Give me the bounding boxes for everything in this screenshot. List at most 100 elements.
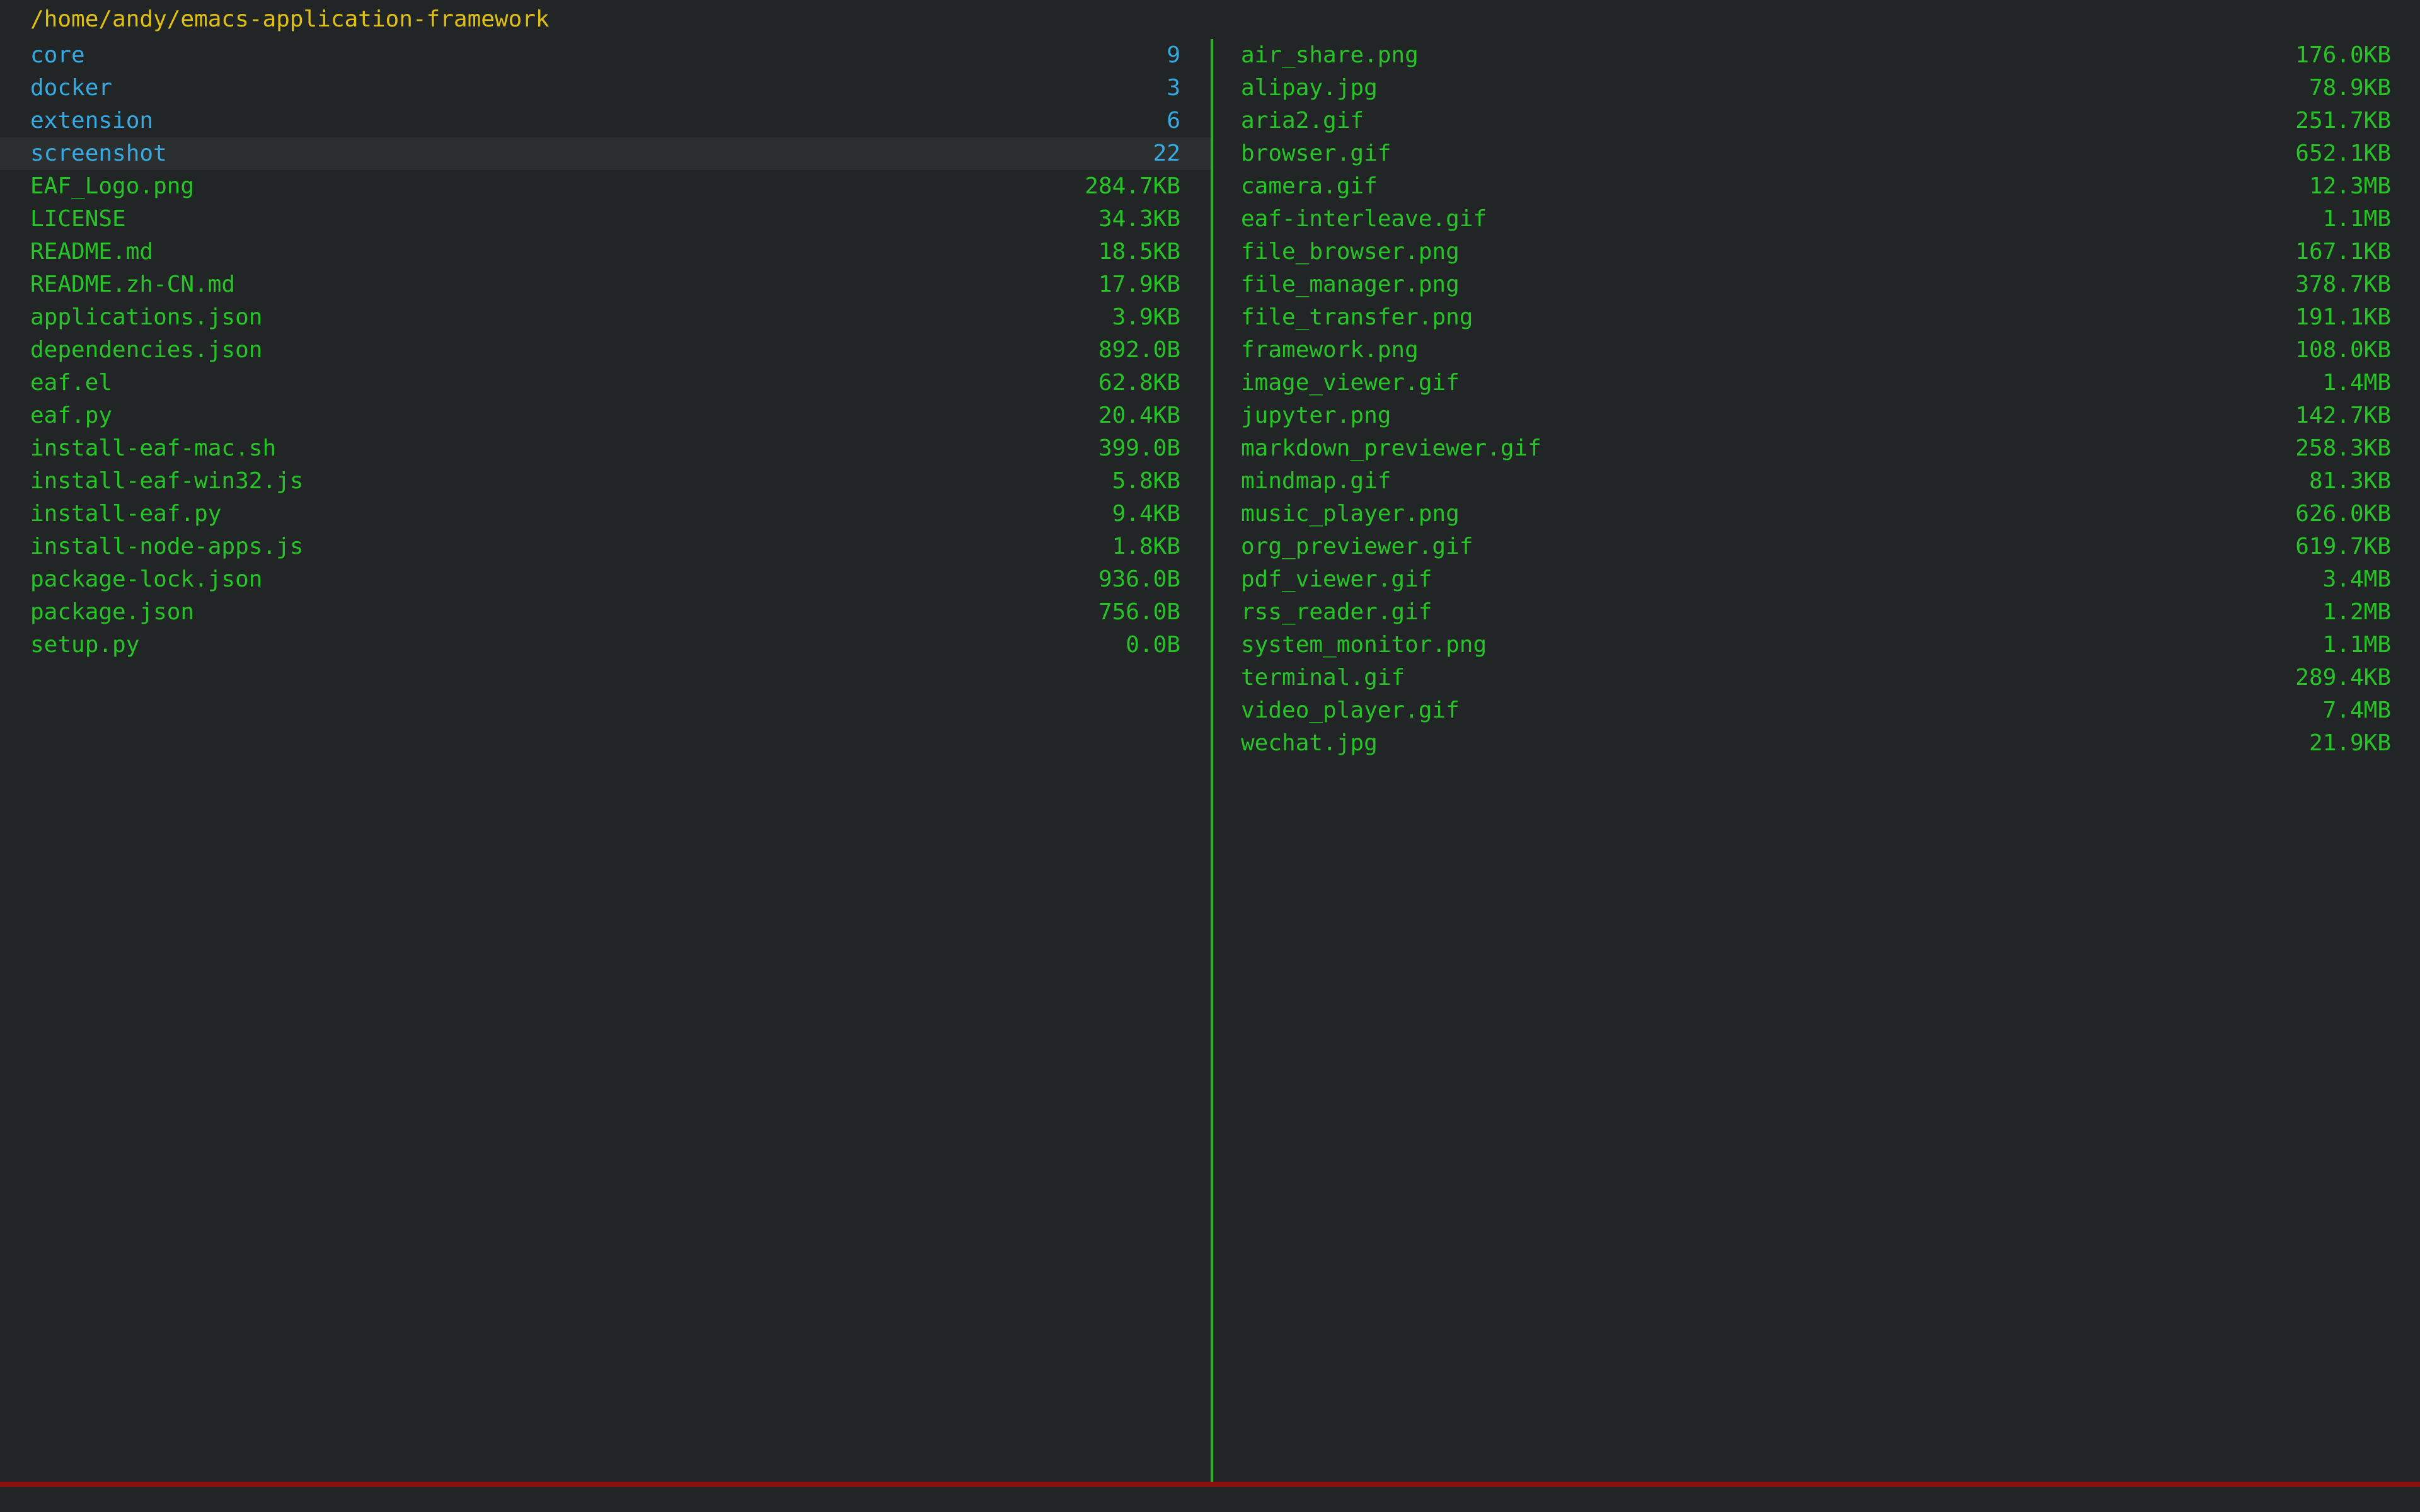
- file-row[interactable]: image_viewer.gif 1.4MB: [1213, 367, 2420, 399]
- file-row[interactable]: air_share.png 176.0KB: [1213, 39, 2420, 72]
- file-row[interactable]: music_player.png 626.0KB: [1213, 498, 2420, 530]
- file-name: package-lock.json: [30, 563, 262, 596]
- file-name: system_monitor.png: [1241, 629, 1487, 662]
- file-row[interactable]: aria2.gif 251.7KB: [1213, 105, 2420, 137]
- file-row[interactable]: video_player.gif 7.4MB: [1213, 694, 2420, 727]
- file-row[interactable]: setup.py 0.0B: [0, 629, 1211, 662]
- file-size: 936.0B: [1098, 563, 1180, 596]
- file-name: file_browser.png: [1241, 236, 1460, 268]
- eaf-file-manager-window: /home/andy/emacs-application-framework c…: [0, 0, 2420, 1512]
- file-row[interactable]: terminal.gif 289.4KB: [1213, 662, 2420, 694]
- file-name: README.md: [30, 236, 153, 268]
- file-name: org_previewer.gif: [1241, 530, 1473, 563]
- file-row[interactable]: package-lock.json 936.0B: [0, 563, 1211, 596]
- file-size: 62.8KB: [1098, 367, 1180, 399]
- file-row[interactable]: install-eaf-win32.js 5.8KB: [0, 465, 1211, 498]
- file-row[interactable]: applications.json 3.9KB: [0, 301, 1211, 334]
- file-row[interactable]: file_manager.png 378.7KB: [1213, 268, 2420, 301]
- file-size: 892.0B: [1098, 334, 1180, 367]
- file-row[interactable]: alipay.jpg 78.9KB: [1213, 72, 2420, 105]
- file-name: camera.gif: [1241, 170, 1378, 203]
- file-name: pdf_viewer.gif: [1241, 563, 1432, 596]
- file-name: README.zh-CN.md: [30, 268, 235, 301]
- file-row[interactable]: core 9: [0, 39, 1211, 72]
- file-row[interactable]: LICENSE 34.3KB: [0, 203, 1211, 236]
- file-row[interactable]: screenshot 22: [0, 137, 1211, 170]
- file-row[interactable]: jupyter.png 142.7KB: [1213, 399, 2420, 432]
- file-row[interactable]: install-eaf.py 9.4KB: [0, 498, 1211, 530]
- file-name: install-node-apps.js: [30, 530, 303, 563]
- file-name: air_share.png: [1241, 39, 1419, 72]
- file-size: 1.1MB: [2323, 203, 2391, 236]
- file-name: applications.json: [30, 301, 262, 334]
- file-row[interactable]: EAF_Logo.png 284.7KB: [0, 170, 1211, 203]
- file-row[interactable]: install-node-apps.js 1.8KB: [0, 530, 1211, 563]
- file-size: 1.1MB: [2323, 629, 2391, 662]
- modeline: 1:0 All ~ eaf ON-100% 08-12 20:40 四: [0, 1487, 2420, 1512]
- modeline-top-border: [0, 1482, 2420, 1487]
- file-name: aria2.gif: [1241, 105, 1364, 137]
- file-panes: core 9 docker 3 extension 6 screenshot 2…: [0, 39, 2420, 1482]
- file-row[interactable]: install-eaf-mac.sh 399.0B: [0, 432, 1211, 465]
- file-size: 20.4KB: [1098, 399, 1180, 432]
- file-name: music_player.png: [1241, 498, 1460, 530]
- file-list-right: air_share.png 176.0KB alipay.jpg 78.9KB …: [1213, 39, 2420, 1482]
- file-row[interactable]: system_monitor.png 1.1MB: [1213, 629, 2420, 662]
- file-size: 1.8KB: [1112, 530, 1180, 563]
- file-row[interactable]: camera.gif 12.3MB: [1213, 170, 2420, 203]
- file-size: 34.3KB: [1098, 203, 1180, 236]
- file-size: 619.7KB: [2295, 530, 2391, 563]
- file-size: 176.0KB: [2295, 39, 2391, 72]
- file-row[interactable]: dependencies.json 892.0B: [0, 334, 1211, 367]
- file-row[interactable]: pdf_viewer.gif 3.4MB: [1213, 563, 2420, 596]
- file-row[interactable]: file_transfer.png 191.1KB: [1213, 301, 2420, 334]
- file-row[interactable]: browser.gif 652.1KB: [1213, 137, 2420, 170]
- file-size: 9.4KB: [1112, 498, 1180, 530]
- file-size: 626.0KB: [2295, 498, 2391, 530]
- file-size: 9: [1167, 39, 1180, 72]
- file-row[interactable]: markdown_previewer.gif 258.3KB: [1213, 432, 2420, 465]
- file-size: 12.3MB: [2309, 170, 2391, 203]
- file-row[interactable]: framework.png 108.0KB: [1213, 334, 2420, 367]
- file-name: mindmap.gif: [1241, 465, 1391, 498]
- file-size: 17.9KB: [1098, 268, 1180, 301]
- file-size: 0.0B: [1126, 629, 1180, 662]
- file-name: file_transfer.png: [1241, 301, 1473, 334]
- file-row[interactable]: mindmap.gif 81.3KB: [1213, 465, 2420, 498]
- file-size: 167.1KB: [2295, 236, 2391, 268]
- file-row[interactable]: rss_reader.gif 1.2MB: [1213, 596, 2420, 629]
- file-size: 142.7KB: [2295, 399, 2391, 432]
- file-row[interactable]: docker 3: [0, 72, 1211, 105]
- file-name: LICENSE: [30, 203, 126, 236]
- file-size: 22: [1153, 137, 1180, 170]
- file-size: 378.7KB: [2295, 268, 2391, 301]
- file-row[interactable]: README.md 18.5KB: [0, 236, 1211, 268]
- file-name: wechat.jpg: [1241, 727, 1378, 760]
- file-size: 191.1KB: [2295, 301, 2391, 334]
- file-name: terminal.gif: [1241, 662, 1405, 694]
- file-size: 3: [1167, 72, 1180, 105]
- file-size: 3.4MB: [2323, 563, 2391, 596]
- file-row[interactable]: README.zh-CN.md 17.9KB: [0, 268, 1211, 301]
- file-row[interactable]: eaf.el 62.8KB: [0, 367, 1211, 399]
- file-row[interactable]: extension 6: [0, 105, 1211, 137]
- file-name: alipay.jpg: [1241, 72, 1378, 105]
- file-row[interactable]: org_previewer.gif 619.7KB: [1213, 530, 2420, 563]
- file-name: markdown_previewer.gif: [1241, 432, 1541, 465]
- file-name: video_player.gif: [1241, 694, 1460, 727]
- file-row[interactable]: wechat.jpg 21.9KB: [1213, 727, 2420, 760]
- file-row[interactable]: package.json 756.0B: [0, 596, 1211, 629]
- file-size: 81.3KB: [2309, 465, 2391, 498]
- file-name: install-eaf-mac.sh: [30, 432, 276, 465]
- file-row[interactable]: eaf.py 20.4KB: [0, 399, 1211, 432]
- file-name: browser.gif: [1241, 137, 1391, 170]
- current-path: /home/andy/emacs-application-framework: [0, 0, 2420, 39]
- file-name: core: [30, 39, 85, 72]
- file-size: 258.3KB: [2295, 432, 2391, 465]
- file-name: rss_reader.gif: [1241, 596, 1432, 629]
- file-size: 6: [1167, 105, 1180, 137]
- file-name: docker: [30, 72, 112, 105]
- file-row[interactable]: file_browser.png 167.1KB: [1213, 236, 2420, 268]
- file-row[interactable]: eaf-interleave.gif 1.1MB: [1213, 203, 2420, 236]
- file-size: 289.4KB: [2295, 662, 2391, 694]
